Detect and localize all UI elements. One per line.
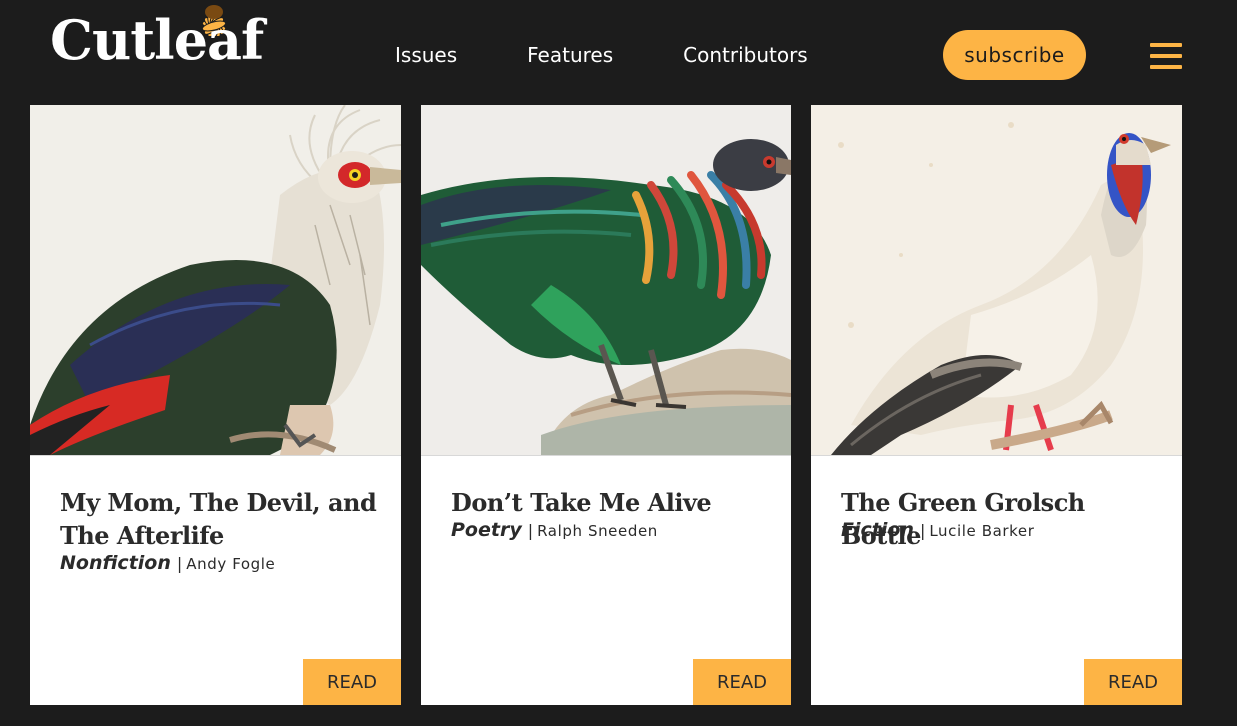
crested-bird-illustration[interactable]	[30, 105, 401, 455]
story-meta: Nonfiction | Andy Fogle	[60, 552, 275, 574]
card-body: My Mom, The Devil, and The Afterlife Non…	[30, 455, 401, 705]
story-card[interactable]: Don’t Take Me Alive Poetry | Ralph Sneeden…	[421, 105, 791, 705]
read-button[interactable]: READ	[303, 659, 401, 705]
story-meta: Poetry | Ralph Sneeden	[451, 519, 658, 541]
story-card[interactable]: The Green Grolsch Bottle Fiction | Lucile …	[811, 105, 1182, 705]
author-name: Andy Fogle	[186, 555, 276, 573]
story-meta: Fiction | Lucile Barker	[841, 519, 1035, 541]
genre-label: Nonfiction	[60, 552, 171, 574]
genre-label: Poetry	[451, 519, 522, 541]
logo[interactable]: Cutleaf	[50, 0, 265, 70]
separator: |	[527, 521, 534, 540]
main-nav: Issues Features Contributors	[380, 38, 878, 72]
author-name: Lucile Barker	[929, 522, 1035, 540]
author-name: Ralph Sneeden	[537, 522, 658, 540]
nav-item-contributors[interactable]: Contributors	[683, 38, 808, 72]
separator: |	[176, 554, 183, 573]
card-body: The Green Grolsch Bottle Fiction | Lucile …	[811, 455, 1182, 705]
separator: |	[919, 521, 926, 540]
read-button[interactable]: READ	[693, 659, 791, 705]
story-title[interactable]: Don’t Take Me Alive	[451, 486, 771, 519]
genre-label: Fiction	[841, 519, 914, 541]
hamburger-menu-icon[interactable]	[1150, 43, 1182, 69]
subscribe-button[interactable]: subscribe	[943, 30, 1086, 80]
read-button[interactable]: READ	[1084, 659, 1182, 705]
story-card[interactable]: My Mom, The Devil, and The Afterlife Non…	[30, 105, 401, 705]
white-vulture-illustration[interactable]	[811, 105, 1182, 455]
site-header: Cutleaf Issues Features Contributors sub…	[0, 0, 1237, 100]
iridescent-bird-illustration[interactable]	[421, 105, 791, 455]
card-body: Don’t Take Me Alive Poetry | Ralph Sneeden…	[421, 455, 791, 705]
nav-item-issues[interactable]: Issues	[395, 38, 457, 72]
nav-item-features[interactable]: Features	[527, 38, 613, 72]
story-title[interactable]: My Mom, The Devil, and The Afterlife	[60, 486, 380, 552]
logo-wordmark: Cutleaf	[50, 8, 264, 72]
